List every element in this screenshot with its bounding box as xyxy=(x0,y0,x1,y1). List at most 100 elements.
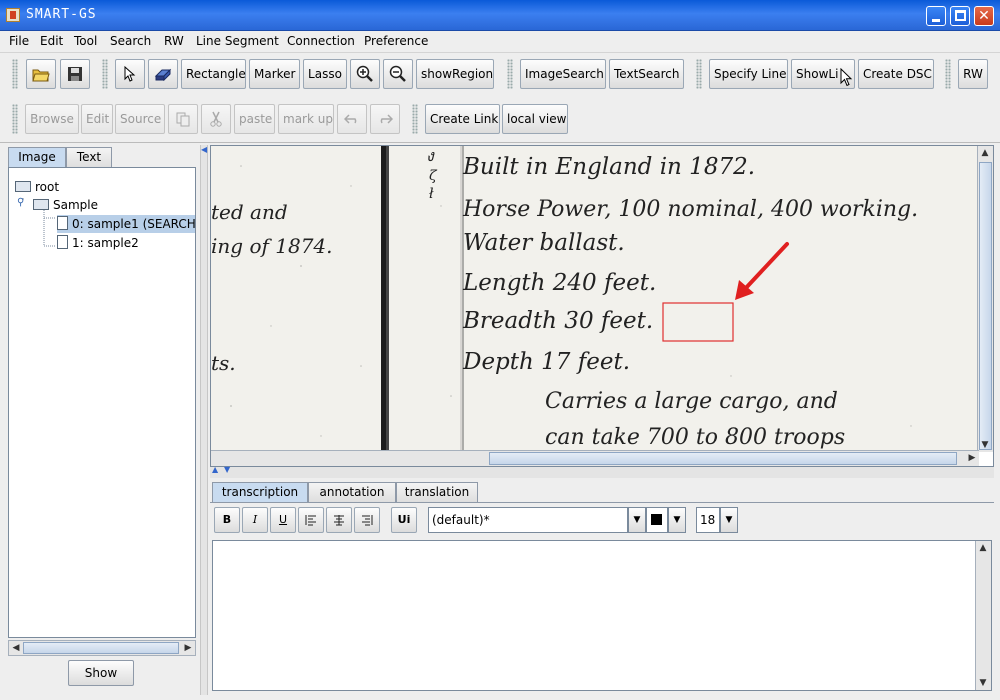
menu-preference[interactable]: Preference xyxy=(364,34,428,48)
minimize-button[interactable] xyxy=(926,6,946,26)
scissors-icon xyxy=(210,111,222,127)
align-center-icon xyxy=(334,515,344,526)
menu-file[interactable]: File xyxy=(9,34,29,48)
scroll-thumb[interactable] xyxy=(489,452,957,465)
paste-button[interactable]: paste xyxy=(234,104,275,134)
rw-button[interactable]: RW xyxy=(958,59,988,89)
toolbar-grip[interactable] xyxy=(12,104,18,134)
underline-button[interactable]: U xyxy=(270,507,296,533)
zoom-out-icon xyxy=(389,65,406,82)
redo-button[interactable] xyxy=(370,104,400,134)
tab-translation[interactable]: translation xyxy=(396,482,478,502)
show-region-button[interactable]: showRegion xyxy=(416,59,494,89)
svg-text:ł: ł xyxy=(429,186,434,202)
eraser-button[interactable] xyxy=(148,59,178,89)
align-left-button[interactable] xyxy=(298,507,324,533)
toolbar-grip[interactable] xyxy=(102,59,108,89)
edit-button[interactable]: Edit xyxy=(81,104,113,134)
image-viewer[interactable]: ง ζ ł ts. ted and ing of 1874. Built in … xyxy=(210,145,994,467)
viewer-vertical-scrollbar[interactable]: ▲ ▼ xyxy=(977,146,993,452)
tree-node-sample[interactable]: Sample xyxy=(33,196,98,214)
scroll-down-icon[interactable]: ▼ xyxy=(978,438,992,452)
font-size-select[interactable]: 18 xyxy=(696,507,720,533)
text-vertical-scrollbar[interactable]: ▲ ▼ xyxy=(975,541,991,690)
scroll-down-icon[interactable]: ▼ xyxy=(976,676,990,690)
toolbar-grip[interactable] xyxy=(945,59,951,89)
viewer-horizontal-scrollbar[interactable]: ▶ xyxy=(211,450,979,466)
toolbar-grip[interactable] xyxy=(696,59,702,89)
horizontal-splitter[interactable]: ▲ ▼ xyxy=(210,465,994,478)
toolbar-grip[interactable] xyxy=(412,104,418,134)
source-button[interactable]: Source xyxy=(115,104,165,134)
create-dsc-button[interactable]: Create DSC xyxy=(858,59,934,89)
zoom-out-button[interactable] xyxy=(383,59,413,89)
image-search-button[interactable]: ImageSearch xyxy=(520,59,606,89)
chevron-down-icon: ▼ xyxy=(725,515,733,525)
open-button[interactable] xyxy=(26,59,56,89)
align-center-button[interactable] xyxy=(326,507,352,533)
maximize-button[interactable] xyxy=(950,6,970,26)
font-size-dropdown[interactable]: ▼ xyxy=(720,507,738,533)
collapse-down-icon[interactable]: ▼ xyxy=(224,465,230,474)
local-view-button[interactable]: local view xyxy=(502,104,568,134)
create-link-button[interactable]: Create Link xyxy=(425,104,500,134)
text-color-select[interactable] xyxy=(646,507,668,533)
italic-button[interactable]: I xyxy=(242,507,268,533)
scroll-right-icon[interactable]: ▶ xyxy=(181,641,195,655)
copy-button[interactable] xyxy=(168,104,198,134)
panel-splitter[interactable]: ◀ xyxy=(200,145,208,695)
folder-icon xyxy=(15,181,31,192)
show-button[interactable]: Show xyxy=(68,660,134,686)
mark-up-button[interactable]: mark up xyxy=(278,104,334,134)
text-search-button[interactable]: TextSearch xyxy=(609,59,684,89)
menu-tool[interactable]: Tool xyxy=(74,34,97,48)
browse-button[interactable]: Browse xyxy=(25,104,79,134)
menu-connection[interactable]: Connection xyxy=(287,34,355,48)
close-button[interactable]: ✕ xyxy=(974,6,994,26)
font-family-dropdown[interactable]: ▼ xyxy=(628,507,646,533)
folder-icon xyxy=(33,199,49,210)
bold-button[interactable]: B xyxy=(214,507,240,533)
collapse-up-icon[interactable]: ▲ xyxy=(212,465,218,474)
scroll-up-icon[interactable]: ▲ xyxy=(978,146,992,160)
tree-node-root[interactable]: root xyxy=(15,178,59,196)
menu-search[interactable]: Search xyxy=(110,34,151,48)
format-toolbar: B I U Ui (default)* ▼ ▼ 18 ▼ xyxy=(210,502,994,538)
manuscript-line: Water ballast. xyxy=(463,230,625,256)
tab-image[interactable]: Image xyxy=(8,147,66,167)
menu-edit[interactable]: Edit xyxy=(40,34,63,48)
scroll-thumb[interactable] xyxy=(979,162,992,450)
transcription-text-area[interactable]: ▲ ▼ xyxy=(212,540,992,691)
marker-button[interactable]: Marker xyxy=(249,59,300,89)
tree-node-sample1[interactable]: 0: sample1 (SEARCH xyxy=(57,215,196,233)
collapse-left-icon[interactable]: ◀ xyxy=(201,145,207,154)
text-color-dropdown[interactable]: ▼ xyxy=(668,507,686,533)
cut-button[interactable] xyxy=(201,104,231,134)
specify-line-button[interactable]: Specify Line xyxy=(709,59,788,89)
rectangle-button[interactable]: Rectangle xyxy=(181,59,246,89)
zoom-in-button[interactable] xyxy=(350,59,380,89)
tab-transcription[interactable]: transcription xyxy=(212,482,308,502)
undo-button[interactable] xyxy=(337,104,367,134)
expand-toggle-icon[interactable]: ⚲ xyxy=(17,197,24,208)
unicode-button[interactable]: Ui xyxy=(391,507,417,533)
font-family-select[interactable]: (default)* xyxy=(428,507,628,533)
scroll-up-icon[interactable]: ▲ xyxy=(976,541,990,555)
menu-rw[interactable]: RW xyxy=(164,34,184,48)
tab-annotation[interactable]: annotation xyxy=(308,482,396,502)
toolbar-grip[interactable] xyxy=(12,59,18,89)
save-button[interactable] xyxy=(60,59,90,89)
tree-horizontal-scrollbar[interactable]: ◀ ▶ xyxy=(8,640,196,656)
toolbar-grip[interactable] xyxy=(507,59,513,89)
tab-text[interactable]: Text xyxy=(66,147,112,167)
scroll-thumb[interactable] xyxy=(23,642,179,654)
menu-line-segment[interactable]: Line Segment xyxy=(196,34,279,48)
scroll-right-icon[interactable]: ▶ xyxy=(965,451,979,465)
lasso-button[interactable]: Lasso xyxy=(303,59,347,89)
tree-node-sample2[interactable]: 1: sample2 xyxy=(57,234,139,252)
scroll-left-icon[interactable]: ◀ xyxy=(9,641,23,655)
manuscript-line: Carries a large cargo, and xyxy=(545,389,838,414)
select-tool-button[interactable] xyxy=(115,59,145,89)
align-right-button[interactable] xyxy=(354,507,380,533)
left-panel: Image Text root ⚲ Sample 0: sample1 (SEA… xyxy=(4,145,200,695)
